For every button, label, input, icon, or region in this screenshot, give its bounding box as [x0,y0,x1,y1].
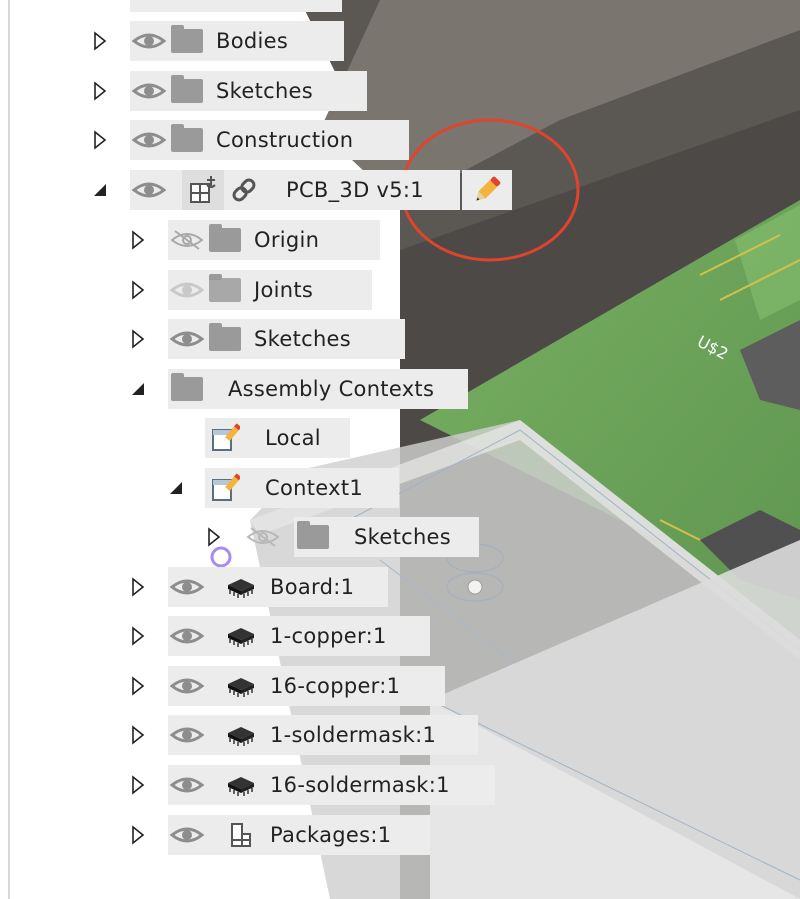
expand-arrow[interactable] [90,128,110,152]
expand-arrow[interactable] [204,525,224,549]
tree-row-board[interactable]: Board:1 [168,567,388,607]
row-label: Packages:1 [270,823,392,847]
expand-arrow[interactable] [128,674,148,698]
eye-icon[interactable] [168,319,206,359]
row-label: Board:1 [270,575,355,599]
row-label: 16-copper:1 [270,674,401,698]
expand-arrow[interactable] [128,773,148,797]
tree-row-packages[interactable]: Packages:1 [168,815,430,855]
tree-row-local[interactable]: Local [205,418,350,458]
tree-row-origin[interactable]: Origin [168,220,380,260]
expand-arrow[interactable] [128,575,148,599]
link-icon [224,170,264,210]
row-label: Sketches [216,79,314,103]
tree-row-partial[interactable] [130,0,342,12]
tree-row-bodies[interactable]: Bodies [130,21,344,61]
expand-arrow[interactable] [128,624,148,648]
eye-icon[interactable] [168,765,206,805]
eye-icon[interactable] [168,666,206,706]
row-label: Assembly Contexts [228,377,435,401]
eye-icon[interactable] [130,21,168,61]
collapse-arrow[interactable] [90,178,110,202]
eye-icon[interactable] [130,170,168,210]
tree-row-16-soldermask[interactable]: 16-soldermask:1 [168,765,495,805]
expand-arrow[interactable] [90,29,110,53]
row-label: Construction [216,128,354,152]
folder-icon [168,369,206,409]
row-label: PCB_3D v5:1 [286,178,424,202]
component-anchor-icon [182,170,224,210]
expand-arrow[interactable] [128,278,148,302]
folder-icon [168,120,206,160]
row-label: Sketches [354,525,452,549]
pencil-icon [476,176,501,201]
package-icon [222,815,260,855]
folder-icon [168,21,206,61]
folder-icon [168,71,206,111]
collapse-arrow[interactable] [166,476,186,500]
eye-icon[interactable] [130,71,168,111]
panel-border [8,0,10,899]
tree-row-joints[interactable]: Joints [168,270,372,310]
row-label: 1-copper:1 [270,624,387,648]
eye-icon[interactable] [168,270,206,310]
eye-icon[interactable] [130,120,168,160]
eye-icon[interactable] [168,567,206,607]
edit-button[interactable] [462,170,512,210]
tree-row-sketches[interactable]: Sketches [130,71,367,111]
chip-icon [222,616,260,656]
row-label: 16-soldermask:1 [270,773,450,797]
tree-row-1-soldermask[interactable]: 1-soldermask:1 [168,715,478,755]
row-label: Origin [254,228,320,252]
eye-icon[interactable] [168,815,206,855]
context-edit-icon [205,418,243,458]
expand-arrow[interactable] [128,327,148,351]
row-label: Bodies [216,29,289,53]
tree-row-pcb-component[interactable]: PCB_3D v5:1 [130,170,460,210]
chip-icon [222,666,260,706]
tree-row-assembly-contexts[interactable]: Assembly Contexts [168,369,468,409]
tree-row-context1[interactable]: Context1 [205,468,399,508]
collapse-arrow[interactable] [128,377,148,401]
expand-arrow[interactable] [90,79,110,103]
row-label: 1-soldermask:1 [270,723,437,747]
cursor-ring [210,546,232,568]
expand-arrow[interactable] [128,723,148,747]
tree-row-construction[interactable]: Construction [130,120,409,160]
expand-arrow[interactable] [128,228,148,252]
folder-icon [206,220,244,260]
context-edit-icon [205,468,243,508]
folder-icon [206,270,244,310]
chip-icon [222,715,260,755]
expand-arrow[interactable] [128,823,148,847]
eye-icon[interactable] [168,616,206,656]
row-label: Context1 [265,476,364,500]
eye-hidden-icon[interactable] [168,220,206,260]
row-label: Sketches [254,327,352,351]
eye-icon[interactable] [168,715,206,755]
eye-icon[interactable] [130,0,168,12]
row-label: Joints [254,278,314,302]
tree-row-16-copper[interactable]: 16-copper:1 [168,666,445,706]
folder-icon [294,517,332,557]
tree-row-1-copper[interactable]: 1-copper:1 [168,616,430,656]
chip-icon [222,765,260,805]
folder-icon [206,319,244,359]
tree-row-sketches-sub[interactable]: Sketches [168,319,405,359]
row-label: Local [265,426,321,450]
tree-row-context-sketches[interactable]: Sketches [294,517,479,557]
eye-hidden-icon[interactable] [244,517,282,557]
chip-icon [222,567,260,607]
